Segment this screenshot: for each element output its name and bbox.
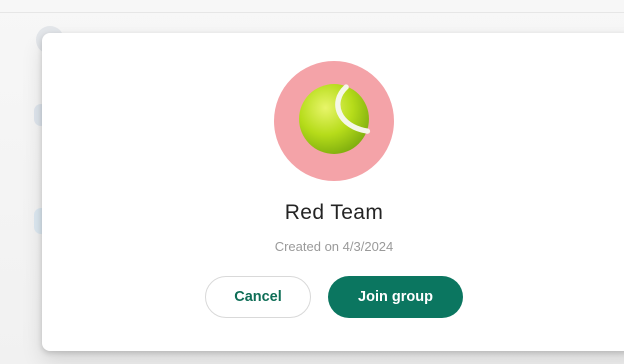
background-divider (0, 12, 624, 13)
group-avatar (274, 61, 394, 181)
tennis-ball-icon (296, 81, 372, 162)
group-name: Red Team (284, 201, 384, 224)
join-group-button[interactable]: Join group (328, 276, 463, 318)
created-date: Created on 4/3/2024 (274, 239, 394, 254)
cancel-button[interactable]: Cancel (205, 276, 311, 318)
join-group-dialog: Red Team Created on 4/3/2024 Cancel Join… (42, 33, 624, 351)
